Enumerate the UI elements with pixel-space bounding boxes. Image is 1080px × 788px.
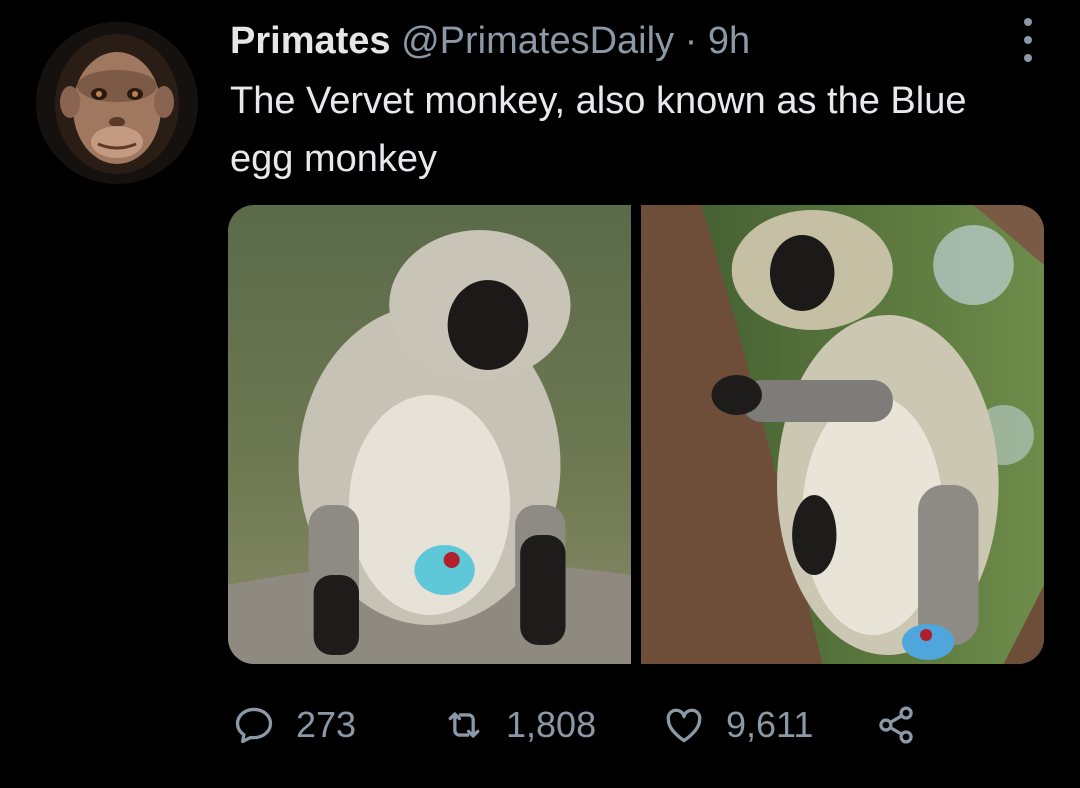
avatar[interactable]	[36, 22, 198, 184]
vervet-monkey-on-tree-image[interactable]	[641, 205, 1044, 664]
reply-count: 273	[296, 704, 357, 745]
like-button[interactable]: 9,611	[662, 703, 874, 747]
author-handle[interactable]: @PrimatesDaily	[401, 20, 674, 62]
retweet-icon	[448, 712, 480, 738]
reply-button[interactable]: 273	[232, 703, 442, 747]
retweet-button[interactable]: 1,808	[442, 703, 662, 747]
vervet-monkey-on-rock-image[interactable]	[228, 205, 631, 664]
tweet-text: The Vervet monkey, also known as the Blu…	[230, 80, 967, 180]
tweet-media[interactable]	[228, 205, 1044, 664]
author-name[interactable]: Primates	[230, 20, 391, 62]
heart-icon	[666, 708, 702, 743]
tweet-time[interactable]: 9h	[708, 20, 750, 62]
separator-dot: ·	[684, 20, 698, 62]
comment-icon	[235, 707, 273, 744]
more-vertical-icon[interactable]	[1016, 18, 1040, 62]
tweet-actions: 273 1,808 9,611	[232, 700, 918, 750]
retweet-count: 1,808	[506, 704, 597, 745]
tweet-header: Primates @PrimatesDaily · 9h	[230, 16, 750, 66]
chimpanzee-avatar-image	[36, 22, 198, 184]
share-button[interactable]	[874, 703, 918, 747]
like-count: 9,611	[726, 704, 814, 745]
share-icon	[879, 706, 913, 744]
